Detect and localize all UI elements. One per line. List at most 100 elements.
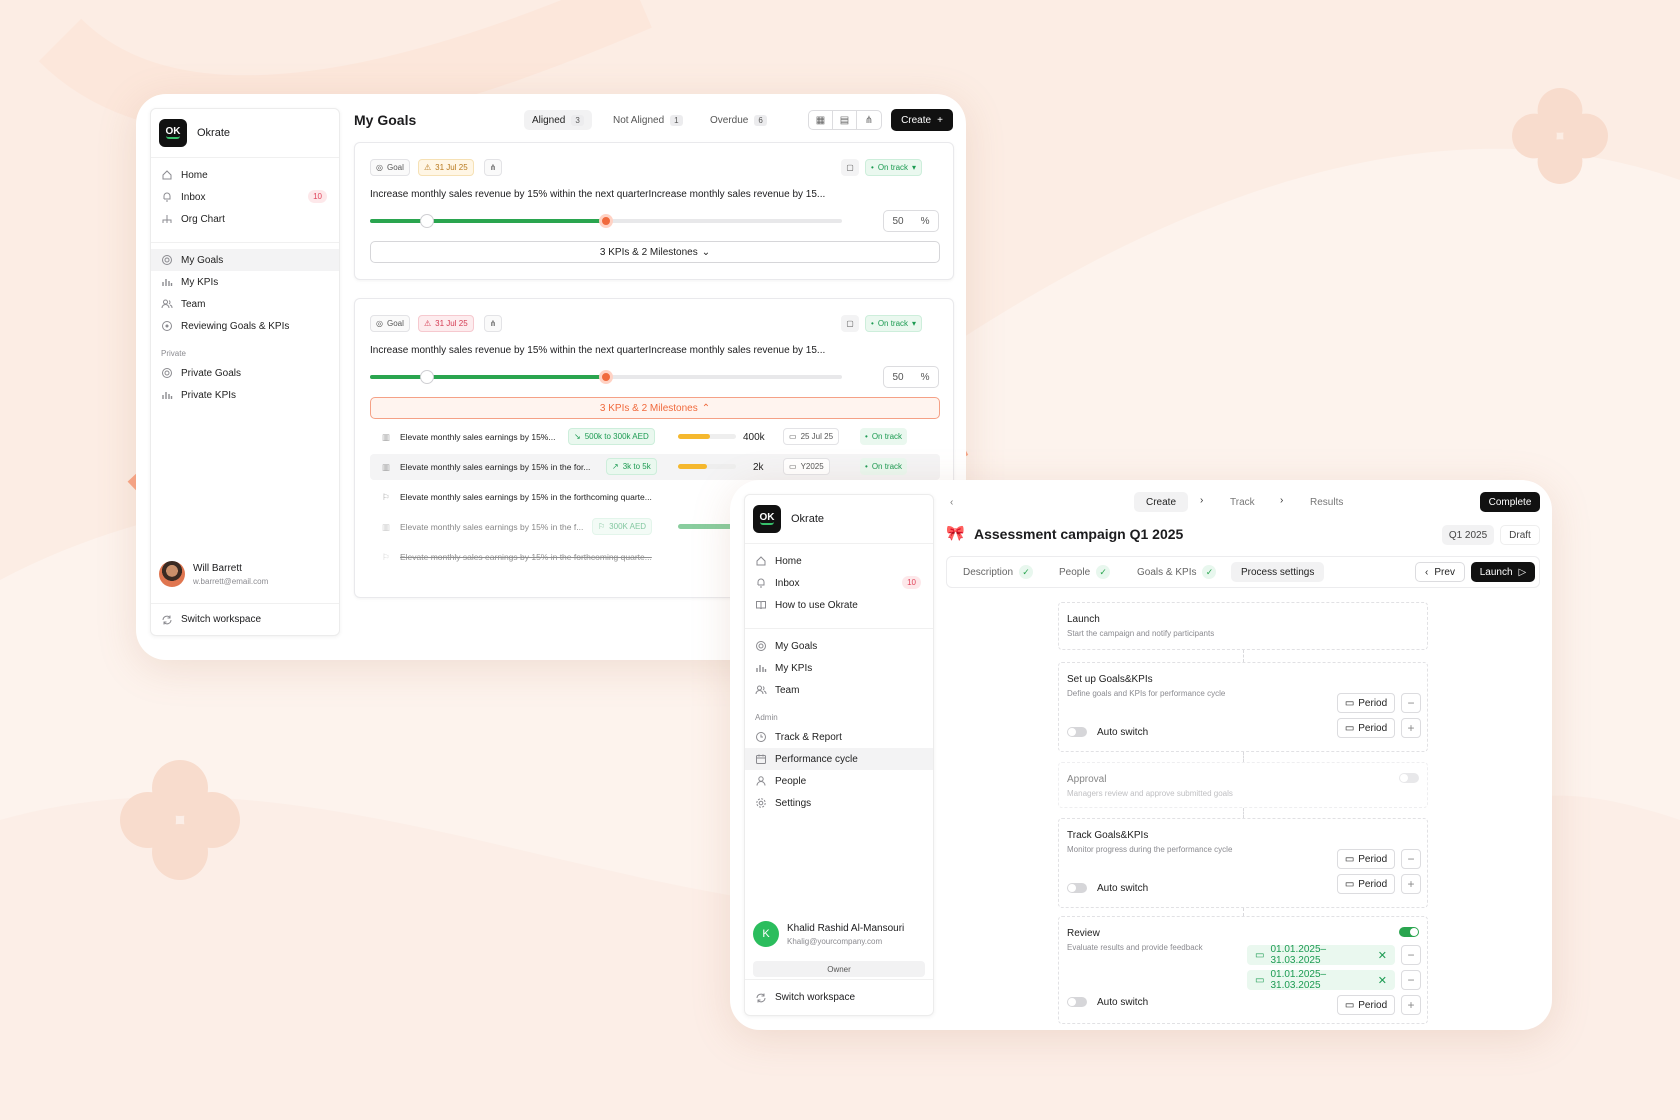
chevron-down-icon: ⌄ xyxy=(701,246,711,258)
goal-card[interactable]: ◎ Goal ⚠ 31 Jul 25 ⋔ ▢ • On track ▾ Increase… xyxy=(354,142,954,280)
sidebar-item-inbox[interactable]: Inbox 10 xyxy=(151,186,339,208)
tab-description[interactable]: Description ✓ xyxy=(953,562,1043,582)
org-chart-icon[interactable]: ⋔ xyxy=(484,315,502,332)
remove-period-button[interactable]: − xyxy=(1401,945,1421,965)
section-setup-goals: Set up Goals&KPIs Define goals and KPIs … xyxy=(1058,662,1428,752)
list-view-icon[interactable]: ▤ xyxy=(833,111,857,129)
chevron-left-icon: ‹ xyxy=(1425,566,1429,578)
kpis-toggle-button[interactable]: 3 KPIs & 2 Milestones ⌄ xyxy=(370,241,940,263)
period-button[interactable]: ▭ Period xyxy=(1337,874,1395,894)
step-track[interactable]: Track xyxy=(1230,497,1255,508)
remove-period-button[interactable]: − xyxy=(1401,970,1421,990)
remove-period-button[interactable]: − xyxy=(1401,849,1421,869)
check-icon: ✓ xyxy=(1202,565,1217,579)
add-period-button[interactable]: + xyxy=(1401,718,1421,738)
tab-process-settings[interactable]: Process settings xyxy=(1231,562,1325,582)
kpi-row[interactable]: ▥ Elevate monthly sales earnings by 15%.… xyxy=(370,424,940,450)
step-results[interactable]: Results xyxy=(1310,497,1343,508)
sidebar-item-team[interactable]: Team xyxy=(151,293,339,315)
sidebar-item-my-goals[interactable]: My Goals xyxy=(151,249,339,271)
view-switcher: ▦ ▤ ⋔ xyxy=(808,110,882,130)
back-chevron-icon[interactable]: ‹ xyxy=(950,497,953,508)
sidebar-item-home[interactable]: Home xyxy=(151,164,339,186)
period-button[interactable]: ▭ Period xyxy=(1337,849,1395,869)
filter-overdue[interactable]: Overdue 6 xyxy=(702,110,775,130)
sidebar-item-org-chart[interactable]: Org Chart xyxy=(151,208,339,230)
add-period-button[interactable]: + xyxy=(1401,874,1421,894)
sidebar-item-home[interactable]: Home xyxy=(745,550,933,572)
progress-handle[interactable] xyxy=(599,370,613,384)
tab-goals-kpis[interactable]: Goals & KPIs ✓ xyxy=(1127,562,1226,582)
progress-handle[interactable] xyxy=(599,214,613,228)
comment-icon[interactable]: ▢ xyxy=(841,315,859,332)
tab-people[interactable]: People ✓ xyxy=(1049,562,1120,582)
period-button[interactable]: ▭ Period xyxy=(1337,718,1395,738)
status-dropdown[interactable]: • On track ▾ xyxy=(865,159,923,176)
org-chart-icon[interactable]: ⋔ xyxy=(484,159,502,176)
refresh-icon xyxy=(161,614,173,626)
sidebar-item-people[interactable]: People xyxy=(745,770,933,792)
calendar-icon: ▭ xyxy=(1255,949,1265,961)
sidebar-item-my-kpis[interactable]: My KPIs xyxy=(745,657,933,679)
user-profile[interactable]: K Khalid Rashid Al-Mansouri Khalig@yourc… xyxy=(745,921,933,947)
approval-toggle[interactable] xyxy=(1399,773,1419,783)
status-dropdown[interactable]: • On track ▾ xyxy=(865,315,923,332)
period-button[interactable]: ▭ Period xyxy=(1337,995,1395,1015)
create-button[interactable]: Create + xyxy=(891,109,953,131)
user-name: Khalid Rashid Al-Mansouri xyxy=(787,922,905,934)
sidebar-item-track-report[interactable]: Track & Report xyxy=(745,726,933,748)
goal-title: Increase monthly sales revenue by 15% wi… xyxy=(370,189,826,200)
sidebar-item-settings[interactable]: Settings xyxy=(745,792,933,814)
sidebar-item-team[interactable]: Team xyxy=(745,679,933,701)
user-email: w.barrett@email.com xyxy=(193,576,269,586)
sidebar-item-my-goals[interactable]: My Goals xyxy=(745,635,933,657)
progress-start-handle[interactable] xyxy=(420,214,434,228)
progress-percent-input[interactable]: 50% xyxy=(883,210,939,232)
remove-period-button[interactable]: − xyxy=(1401,693,1421,713)
switch-workspace-button[interactable]: Switch workspace xyxy=(151,603,339,635)
filter-aligned[interactable]: Aligned 3 xyxy=(524,110,592,130)
sidebar-item-performance-cycle[interactable]: Performance cycle xyxy=(745,748,933,770)
bell-icon xyxy=(161,191,173,203)
progress-start-handle[interactable] xyxy=(420,370,434,384)
plus-icon: + xyxy=(937,114,943,126)
kpi-progress xyxy=(678,434,736,439)
kpis-toggle-button[interactable]: 3 KPIs & 2 Milestones ⌃ xyxy=(370,397,940,419)
prev-button[interactable]: ‹ Prev xyxy=(1415,562,1465,582)
okrate-logo: OK xyxy=(753,505,781,533)
tree-view-icon[interactable]: ⋔ xyxy=(857,111,881,129)
progress-track[interactable] xyxy=(370,214,842,228)
auto-switch-toggle[interactable] xyxy=(1067,997,1087,1007)
kpi-icon: ▥ xyxy=(382,521,391,532)
add-period-button[interactable]: + xyxy=(1401,995,1421,1015)
review-date-range[interactable]: ▭ 01.01.2025–31.03.2025 ✕ xyxy=(1247,969,1395,991)
sidebar-item-private-kpis[interactable]: Private KPIs xyxy=(151,384,339,406)
flower-decoration xyxy=(1512,88,1608,184)
auto-switch-toggle[interactable] xyxy=(1067,883,1087,893)
kpi-row[interactable]: ▥ Elevate monthly sales earnings by 15% … xyxy=(370,454,940,480)
sidebar-item-how-to[interactable]: How to use Okrate xyxy=(745,594,933,616)
section-track-goals: Track Goals&KPIs Monitor progress during… xyxy=(1058,818,1428,908)
review-date-range[interactable]: ▭ 01.01.2025–31.03.2025 ✕ xyxy=(1247,944,1395,966)
sidebar-item-inbox[interactable]: Inbox 10 xyxy=(745,572,933,594)
switch-workspace-button[interactable]: Switch workspace xyxy=(745,979,933,1015)
filter-not-aligned[interactable]: Not Aligned 1 xyxy=(605,110,691,130)
launch-button[interactable]: Launch ▷ xyxy=(1471,562,1535,582)
auto-switch-toggle[interactable] xyxy=(1067,727,1087,737)
period-button[interactable]: ▭ Period xyxy=(1337,693,1395,713)
complete-button[interactable]: Complete xyxy=(1480,492,1540,512)
review-toggle[interactable] xyxy=(1399,927,1419,937)
close-icon: ✕ xyxy=(1377,949,1387,962)
user-profile[interactable]: Will Barrett w.barrett@email.com xyxy=(151,561,339,587)
target-icon xyxy=(755,640,767,652)
step-create[interactable]: Create xyxy=(1134,492,1189,512)
comment-icon[interactable]: ▢ xyxy=(841,159,859,176)
sidebar-item-private-goals[interactable]: Private Goals xyxy=(151,362,339,384)
sidebar-item-reviewing[interactable]: Reviewing Goals & KPIs xyxy=(151,315,339,337)
grid-view-icon[interactable]: ▦ xyxy=(809,111,833,129)
kpi-status: • On track xyxy=(860,428,908,445)
nav-work: My Goals My KPIs Team Reviewing Goals & … xyxy=(151,249,339,343)
sidebar-item-my-kpis[interactable]: My KPIs xyxy=(151,271,339,293)
progress-percent-input[interactable]: 50% xyxy=(883,366,939,388)
progress-track[interactable] xyxy=(370,370,842,384)
